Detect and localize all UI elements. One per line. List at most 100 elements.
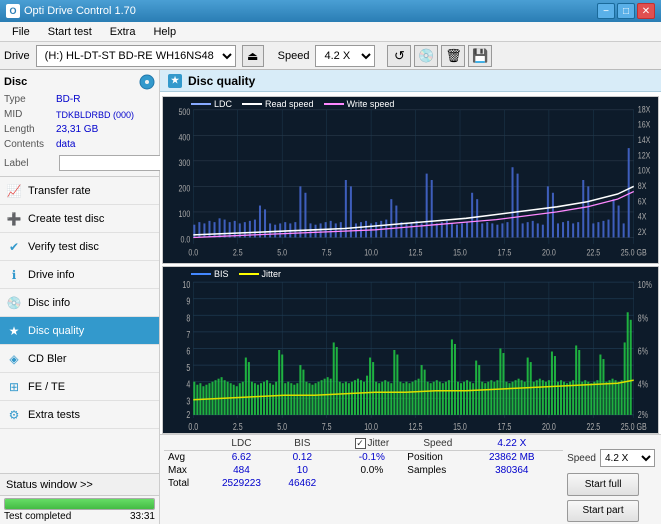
progress-bar-fill [5,499,154,509]
write-speed-legend-color [324,103,344,105]
read-speed-legend-label: Read speed [265,99,314,109]
menu-extra[interactable]: Extra [102,24,144,40]
svg-text:20.0: 20.0 [542,421,556,433]
nav-verify-test-disc-label: Verify test disc [28,241,99,253]
speed-value: 4.22 X [497,438,526,449]
jitter-checkbox[interactable]: ✓ [355,438,366,449]
svg-text:5.0: 5.0 [277,421,287,433]
nav-disc-quality[interactable]: ★ Disc quality [0,317,159,345]
svg-text:400: 400 [178,133,190,143]
jitter-legend-color [239,273,259,275]
drive-select[interactable]: (H:) HL-DT-ST BD-RE WH16NS48 1.D3 [36,45,236,67]
menu-start-test[interactable]: Start test [40,24,100,40]
nav-disc-info-label: Disc info [28,297,70,309]
write-speed-legend-label: Write speed [347,99,395,109]
verify-test-disc-icon: ✔ [6,240,22,254]
fe-te-icon: ⊞ [6,380,22,394]
nav-disc-info[interactable]: 💿 Disc info [0,289,159,317]
maximize-button[interactable]: □ [617,3,635,19]
stats-table-area: LDC BIS ✓ Jitter Speed 4.2 [164,437,563,522]
col-jitter-checkbox: ✓ Jitter [340,437,403,451]
svg-text:22.5: 22.5 [586,248,600,258]
drive-icon-refresh[interactable]: ↺ [387,45,411,67]
svg-text:7.5: 7.5 [322,248,332,258]
drive-icon-disc[interactable]: 💿 [414,45,438,67]
disc-panel: Disc Type BD-R MID TDKBLDRBD (000) Lengt… [0,70,159,177]
menu-file[interactable]: File [4,24,38,40]
svg-text:2%: 2% [638,409,648,421]
drive-icon-save[interactable]: 💾 [468,45,492,67]
create-test-disc-icon: ➕ [6,212,22,226]
svg-text:10: 10 [182,279,190,291]
status-time: 33:31 [130,511,155,522]
chart-ldc-legend: LDC Read speed Write speed [191,99,394,109]
svg-text:14X: 14X [638,135,651,145]
svg-text:12.5: 12.5 [409,421,423,433]
speed-select-stats[interactable]: 4.2 X [600,449,655,467]
nav-drive-info[interactable]: ℹ Drive info [0,261,159,289]
status-bar: Status window >> Test completed 33:31 [0,473,159,524]
nav-fe-te[interactable]: ⊞ FE / TE [0,373,159,401]
total-bis: 46462 [276,477,329,490]
nav-items: 📈 Transfer rate ➕ Create test disc ✔ Ver… [0,177,159,429]
eject-button[interactable]: ⏏ [242,45,264,67]
svg-text:6X: 6X [638,196,647,206]
col-speed-value: 4.22 X [472,437,551,451]
type-label: Type [4,93,56,107]
nav-transfer-rate[interactable]: 📈 Transfer rate [0,177,159,205]
max-bis: 10 [276,464,329,477]
svg-text:25.0 GB: 25.0 GB [621,421,647,433]
avg-bis: 0.12 [276,451,329,465]
avg-label: Avg [164,451,207,465]
speed-select[interactable]: 4.2 X [315,45,375,67]
col-speed-label: Speed [403,437,472,451]
svg-text:12.5: 12.5 [409,248,423,258]
bis-legend-color [191,273,211,275]
nav-create-test-disc[interactable]: ➕ Create test disc [0,205,159,233]
svg-text:20.0: 20.0 [542,248,556,258]
nav-create-test-disc-label: Create test disc [28,213,104,225]
svg-text:0.0: 0.0 [188,421,198,433]
menu-help[interactable]: Help [145,24,184,40]
svg-text:16X: 16X [638,120,651,130]
progress-area: Test completed 33:31 [0,496,159,524]
nav-cd-bler[interactable]: ◈ CD Bler [0,345,159,373]
read-speed-legend-color [242,103,262,105]
max-label: Max [164,464,207,477]
start-part-button[interactable]: Start part [567,500,639,523]
jitter-header-label: Jitter [368,438,390,449]
svg-text:8X: 8X [638,181,647,191]
status-window-button[interactable]: Status window >> [0,474,159,496]
svg-text:6: 6 [186,345,190,357]
nav-extra-tests[interactable]: ⚙ Extra tests [0,401,159,429]
disc-panel-title: Disc [4,76,27,88]
cd-bler-icon: ◈ [6,352,22,366]
disc-panel-icon [139,74,155,90]
status-text: Test completed [4,511,71,522]
speed-select-label: Speed [567,453,596,464]
jitter-legend-label: Jitter [262,269,282,279]
disc-quality-icon: ★ [6,324,22,338]
contents-label: Contents [4,138,56,152]
start-full-button[interactable]: Start full [567,473,639,496]
stats-panel: LDC BIS ✓ Jitter Speed 4.2 [160,434,661,524]
samples-value: 380364 [472,464,551,477]
length-label: Length [4,123,56,137]
status-window-label: Status window >> [6,479,93,491]
app-title: Opti Drive Control 1.70 [24,5,136,17]
contents-value: data [56,138,75,152]
position-value: 23862 MB [472,451,551,465]
svg-text:25.0 GB: 25.0 GB [621,248,647,258]
total-label: Total [164,477,207,490]
nav-verify-test-disc[interactable]: ✔ Verify test disc [0,233,159,261]
app-icon: O [6,4,20,18]
ldc-legend-color [191,103,211,105]
chart-ldc: LDC Read speed Write speed [162,96,659,264]
svg-text:4: 4 [186,378,190,390]
chart-bis-legend: BIS Jitter [191,269,281,279]
svg-text:0.0: 0.0 [180,235,190,245]
drive-icon-erase[interactable]: 🗑 [441,45,465,67]
stats-table: LDC BIS ✓ Jitter Speed 4.2 [164,437,563,490]
minimize-button[interactable]: − [597,3,615,19]
close-button[interactable]: ✕ [637,3,655,19]
